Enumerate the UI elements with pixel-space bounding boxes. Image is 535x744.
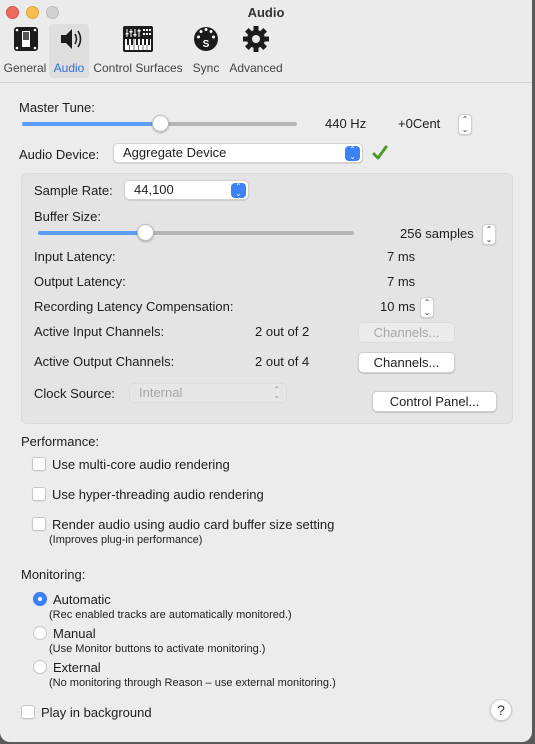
audio-device-select[interactable]: Aggregate Device ⌃ ⌄: [113, 143, 363, 163]
monitoring-external-label: External: [53, 660, 101, 675]
stepper-up-icon[interactable]: ⌃: [459, 115, 471, 125]
play-in-background-checkbox[interactable]: [21, 705, 35, 719]
output-channels-value: 2 out of 4: [255, 354, 310, 369]
clock-source-value: Internal: [139, 385, 183, 400]
input-latency-label: Input Latency:: [34, 249, 116, 264]
tab-control-surfaces-label: Control Surfaces: [93, 61, 183, 75]
master-tune-label: Master Tune:: [19, 100, 95, 115]
toggle-switch-icon: [14, 27, 38, 51]
stepper-down-icon[interactable]: ⌄: [421, 308, 433, 318]
speaker-icon: [61, 29, 82, 49]
hyper-threading-checkbox[interactable]: [32, 487, 46, 501]
clock-source-select[interactable]: Internal ⌃ ⌄: [129, 383, 287, 403]
monitoring-heading: Monitoring:: [21, 567, 86, 582]
midi-sync-icon: S: [194, 27, 218, 51]
gear-icon: [243, 26, 269, 52]
recording-latency-value: 10 ms: [380, 299, 416, 314]
audio-device-value: Aggregate Device: [123, 145, 227, 160]
tab-advanced-label: Advanced: [229, 61, 283, 75]
recording-latency-label: Recording Latency Compensation:: [34, 299, 234, 314]
monitoring-external-note: (No monitoring through Reason – use exte…: [49, 677, 336, 689]
monitoring-external-radio[interactable]: [33, 660, 47, 674]
input-latency-value: 7 ms: [387, 249, 416, 264]
stepper-up-icon[interactable]: ⌃: [483, 225, 495, 235]
keyboard-mixer-icon: [123, 26, 153, 52]
help-button[interactable]: ?: [490, 699, 512, 721]
window-title-text: Audio: [247, 5, 285, 20]
tab-control-surfaces[interactable]: Control Surfaces: [92, 24, 184, 78]
sample-rate-select[interactable]: 44,100 ⌃ ⌄: [124, 180, 249, 200]
multi-core-label: Use multi-core audio rendering: [52, 457, 230, 472]
monitoring-automatic-label: Automatic: [53, 592, 111, 607]
title-bar: Audio General Audio Control Surfaces S S…: [0, 0, 532, 83]
multi-core-checkbox[interactable]: [32, 457, 46, 471]
buffer-size-value: 256 samples: [400, 226, 474, 241]
output-latency-value: 7 ms: [387, 274, 416, 289]
master-tune-cent: +0Cent: [398, 116, 441, 131]
master-tune-cent-stepper[interactable]: ⌃ ⌄: [458, 114, 472, 135]
buffer-size-slider[interactable]: [38, 224, 354, 241]
buffer-size-label: Buffer Size:: [34, 209, 101, 224]
output-channels-button[interactable]: Channels...: [358, 352, 455, 373]
select-arrows-icon: ⌃ ⌄: [345, 146, 360, 161]
select-arrows-icon: ⌃ ⌄: [231, 183, 246, 198]
tab-general[interactable]: General: [3, 24, 47, 78]
recording-latency-stepper[interactable]: ⌃ ⌄: [420, 297, 434, 318]
monitoring-manual-label: Manual: [53, 626, 96, 641]
input-channels-value: 2 out of 2: [255, 324, 310, 339]
monitoring-automatic-radio[interactable]: [33, 592, 47, 606]
sample-rate-value: 44,100: [134, 182, 174, 197]
green-checkmark-icon: [372, 145, 388, 160]
window-title: Audio: [0, 5, 532, 20]
tab-audio-label: Audio: [53, 61, 85, 75]
tab-sync[interactable]: S Sync: [189, 24, 223, 78]
monitoring-manual-note: (Use Monitor buttons to activate monitor…: [49, 643, 266, 655]
card-buffer-size-label: Render audio using audio card buffer siz…: [52, 517, 335, 532]
audio-preferences-window: Audio General Audio Control Surfaces S S…: [0, 0, 532, 742]
buffer-size-stepper[interactable]: ⌃ ⌄: [482, 224, 496, 245]
input-channels-label: Active Input Channels:: [34, 324, 165, 339]
svg-text:S: S: [203, 39, 210, 50]
output-latency-label: Output Latency:: [34, 274, 126, 289]
select-arrows-icon: ⌃ ⌄: [273, 385, 280, 400]
card-buffer-size-note: (Improves plug-in performance): [49, 534, 203, 546]
input-channels-button[interactable]: Channels...: [358, 322, 455, 343]
master-tune-slider[interactable]: [22, 115, 297, 132]
tab-audio[interactable]: Audio: [49, 24, 89, 78]
master-tune-hz: 440 Hz: [325, 116, 367, 131]
performance-heading: Performance:: [21, 434, 100, 449]
tab-advanced[interactable]: Advanced: [228, 24, 284, 78]
master-tune-slider-knob[interactable]: [151, 115, 169, 132]
sample-rate-label: Sample Rate:: [34, 183, 113, 198]
monitoring-automatic-note: (Rec enabled tracks are automatically mo…: [49, 609, 292, 621]
stepper-down-icon[interactable]: ⌄: [459, 125, 471, 135]
clock-source-label: Clock Source:: [34, 386, 115, 401]
audio-device-label: Audio Device:: [19, 147, 100, 162]
hyper-threading-label: Use hyper-threading audio rendering: [52, 487, 264, 502]
stepper-up-icon[interactable]: ⌃: [421, 298, 433, 308]
tab-sync-label: Sync: [192, 61, 220, 75]
monitoring-manual-radio[interactable]: [33, 626, 47, 640]
tab-general-label: General: [3, 61, 47, 75]
play-in-background-label: Play in background: [41, 705, 152, 720]
stepper-down-icon[interactable]: ⌄: [483, 235, 495, 245]
master-tune-slider-fill: [22, 122, 160, 126]
control-panel-button[interactable]: Control Panel...: [372, 391, 497, 412]
output-channels-label: Active Output Channels:: [34, 354, 175, 369]
card-buffer-size-checkbox[interactable]: [32, 517, 46, 531]
buffer-size-slider-fill: [38, 231, 146, 235]
